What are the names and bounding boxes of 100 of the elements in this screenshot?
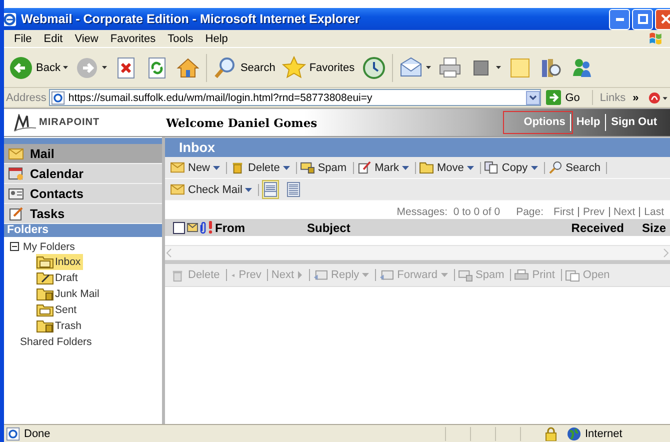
pdf-icon[interactable]	[648, 90, 668, 104]
folder-item[interactable]: Trash	[36, 318, 84, 334]
column-header[interactable]: Size	[642, 220, 666, 234]
caret-icon	[496, 66, 501, 69]
back-button[interactable]: Back	[6, 56, 72, 80]
caret-icon	[530, 166, 538, 170]
menu-item[interactable]: Tools	[162, 32, 200, 44]
folder-item[interactable]: Draft	[36, 270, 80, 286]
toolbar-button[interactable]: Search	[544, 162, 608, 174]
folder-icon	[36, 303, 54, 317]
nav-item[interactable]: Mail	[4, 144, 162, 164]
printer-icon	[514, 268, 530, 282]
menu-item[interactable]: Help	[199, 32, 234, 44]
go-button[interactable]: Go	[544, 90, 593, 105]
nav-item[interactable]: Contacts	[4, 184, 162, 204]
page-link[interactable]: Last	[640, 206, 664, 216]
message-count: Messages: 0 to 0 of 0	[396, 206, 500, 218]
folder-item[interactable]: Sent	[36, 302, 79, 318]
toolbar-button[interactable]: Copy	[480, 162, 545, 174]
list-view-icon	[287, 182, 300, 197]
toolbar-button[interactable]: New	[167, 162, 228, 174]
folder-item[interactable]: Junk Mail	[36, 286, 102, 302]
maximize-icon	[638, 14, 648, 24]
spam-icon	[300, 161, 315, 174]
logo-icon	[14, 114, 36, 132]
globe-icon	[567, 426, 581, 440]
toolbar-button[interactable]: Spam	[296, 162, 354, 174]
toolbar-button[interactable]: Delete	[227, 162, 297, 174]
page-link[interactable]: Next	[610, 206, 640, 216]
nav-item[interactable]: Tasks	[4, 204, 162, 224]
clock-icon	[362, 56, 386, 80]
zone-text: Internet	[585, 428, 624, 440]
browser-icon	[4, 12, 17, 26]
more-links-button[interactable]: »	[628, 92, 643, 104]
close-button[interactable]	[655, 8, 670, 30]
go-arrow-icon	[546, 90, 562, 105]
split-view-icon	[264, 182, 278, 197]
open-icon	[564, 268, 580, 282]
page-link[interactable]: Prev	[578, 206, 610, 216]
check-mail-button[interactable]: Check Mail	[167, 184, 260, 196]
collapse-icon[interactable]	[10, 242, 19, 251]
header-link[interactable]: Help	[570, 114, 606, 131]
logo-text: MIRAPOINT	[39, 117, 100, 128]
links-label: Links	[600, 92, 626, 104]
note-icon	[508, 56, 532, 80]
page-icon	[6, 426, 20, 440]
nav-item[interactable]: Calendar	[4, 164, 162, 184]
lock-icon	[545, 426, 557, 440]
caret-icon	[362, 273, 370, 277]
menu-item[interactable]: View	[68, 32, 104, 44]
caret-icon	[63, 66, 68, 69]
clipboard-icon	[8, 206, 24, 220]
search-icon	[548, 161, 563, 174]
trash-icon	[170, 268, 185, 282]
spam-icon	[458, 268, 473, 282]
list-view-button[interactable]	[285, 180, 302, 199]
folder-icon	[36, 255, 54, 269]
exclamation-icon	[208, 221, 213, 234]
column-header[interactable]: Received	[571, 220, 624, 234]
status-text: Done	[24, 428, 52, 440]
page-label: Page:	[516, 206, 544, 218]
menu-item[interactable]: File	[8, 32, 38, 44]
maximize-button[interactable]	[632, 8, 653, 30]
inbox-heading: Inbox	[165, 138, 670, 157]
column-header[interactable]: Subject	[307, 220, 570, 234]
folder-trash-icon	[36, 287, 54, 301]
envelope-icon	[8, 146, 24, 160]
header-link[interactable]: Sign Out	[605, 114, 662, 131]
page-link[interactable]: First	[550, 206, 579, 216]
caret-icon	[426, 66, 431, 69]
dropdown-icon[interactable]	[526, 90, 540, 104]
favorites-button[interactable]: Favorites	[279, 56, 358, 80]
caret-icon	[245, 188, 252, 192]
right-arrow-icon	[297, 270, 304, 280]
address-field[interactable]: https://sumail.suffolk.edu/wm/mail/login.html?rnd=58773808eui=y	[49, 89, 542, 106]
page-icon	[51, 90, 66, 104]
caret-icon	[440, 273, 448, 277]
calendar-icon	[8, 166, 24, 180]
caret-icon	[213, 166, 220, 170]
folder-icon	[36, 271, 54, 285]
tree-item[interactable]: My Folders	[23, 240, 75, 252]
select-all-checkbox[interactable]	[173, 222, 185, 234]
menu-item[interactable]: Favorites	[104, 32, 162, 44]
split-view-button[interactable]	[262, 180, 280, 199]
envelope-icon	[170, 183, 185, 196]
minimize-button[interactable]	[609, 8, 630, 30]
tree-item[interactable]: Shared Folders	[20, 334, 162, 350]
menu-item[interactable]: Edit	[38, 32, 69, 44]
forward-envelope-icon	[379, 268, 394, 282]
folder-icon	[419, 161, 434, 174]
search-button[interactable]: Search	[210, 56, 278, 80]
toolbar-button[interactable]: Mark	[354, 162, 416, 174]
folder-item[interactable]: Inbox	[36, 254, 83, 270]
contact-card-icon	[8, 186, 24, 200]
toolbar-button[interactable]: Move	[416, 162, 481, 174]
column-header[interactable]: From	[215, 220, 305, 234]
copy-icon	[484, 161, 499, 174]
reply-envelope-icon	[313, 268, 328, 282]
caret-icon	[102, 66, 108, 69]
folders-heading: Folders	[4, 224, 162, 237]
